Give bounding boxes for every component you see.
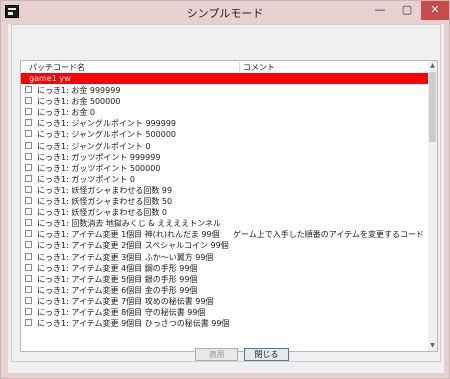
- row-checkbox[interactable]: [25, 252, 32, 260]
- list-row[interactable]: にっき1: ジャングルポイント 999999: [21, 117, 428, 128]
- list-row[interactable]: にっき1: 妖怪ガシャまわせる回数 99: [21, 184, 428, 195]
- list-row[interactable]: game1 yw: [21, 73, 428, 85]
- row-checkbox[interactable]: [25, 241, 32, 249]
- row-checkbox[interactable]: [25, 97, 32, 105]
- list-row[interactable]: にっき1: ガッツポイント 0: [21, 173, 428, 184]
- row-checkbox[interactable]: [25, 108, 32, 116]
- list-row[interactable]: にっき1: アイテム変更 3個目 ふか〜い翼方 99個: [21, 251, 428, 262]
- list-row[interactable]: にっき1: アイテム変更 6個目 金の手形 99個: [21, 284, 428, 295]
- dialog-client-area: パッチコード名 コメント game1 yw にっき1: お金 999999 にっき1…: [8, 24, 444, 373]
- row-checkbox[interactable]: [25, 197, 32, 205]
- row-checkbox[interactable]: [25, 141, 32, 149]
- list-row[interactable]: にっき1: ジャングルポイント 0: [21, 140, 428, 151]
- row-checkbox[interactable]: [25, 174, 32, 182]
- list-row[interactable]: にっき1: アイテム変更 9個目 ひっさつの秘伝書 99個: [21, 317, 428, 328]
- list-row[interactable]: にっき1: アイテム変更 2個目 スペシャルコイン 99個: [21, 239, 428, 250]
- list-row[interactable]: にっき1: 妖怪ガシャまわせる回数 0: [21, 206, 428, 217]
- patch-code-list[interactable]: パッチコード名 コメント game1 yw にっき1: お金 999999 にっき1…: [20, 60, 438, 352]
- scroll-down-icon[interactable]: ▼: [428, 341, 437, 351]
- row-checkbox[interactable]: [25, 219, 32, 227]
- maximize-button[interactable]: ▢: [394, 1, 420, 20]
- title-bar[interactable]: シンプルモード — ▢ ✕: [1, 1, 449, 23]
- minimize-button[interactable]: —: [367, 1, 393, 20]
- list-row[interactable]: にっき1: アイテム変更 8個目 守の秘伝書 99個: [21, 306, 428, 317]
- scroll-thumb[interactable]: [429, 72, 436, 142]
- row-checkbox[interactable]: [25, 319, 32, 327]
- list-row[interactable]: にっき1: アイテム変更 5個目 銀の手形 99個: [21, 273, 428, 284]
- row-checkbox[interactable]: [25, 285, 32, 293]
- list-row[interactable]: にっき1: アイテム変更 7個目 攻めの秘伝書 99個: [21, 295, 428, 306]
- row-checkbox[interactable]: [25, 119, 32, 127]
- list-row[interactable]: にっき1: ガッツポイント 999999: [21, 151, 428, 162]
- row-checkbox[interactable]: [25, 274, 32, 282]
- column-header-patch-code[interactable]: パッチコード名: [29, 62, 85, 73]
- app-window: シンプルモード — ▢ ✕ パッチコード名 コメント game1 yw にっき1:…: [0, 0, 450, 379]
- list-row[interactable]: にっき1: ガッツポイント 500000: [21, 162, 428, 173]
- scroll-up-icon[interactable]: ▲: [428, 61, 437, 71]
- list-row[interactable]: にっき1: アイテム変更 4個目 鋼の手形 99個: [21, 262, 428, 273]
- row-checkbox[interactable]: [25, 307, 32, 315]
- list-row[interactable]: にっき1: お金 500000: [21, 95, 428, 106]
- apply-button[interactable]: 適用: [195, 348, 238, 361]
- patch-code-name: game1 yw: [29, 74, 71, 83]
- vertical-scrollbar[interactable]: ▲ ▼: [428, 61, 437, 351]
- list-row[interactable]: にっき1: アイテム変更 1個目 神(れ)れんだま 99個 ゲーム上で入手した順番…: [21, 228, 428, 239]
- column-header-comment[interactable]: コメント: [243, 62, 275, 73]
- row-checkbox[interactable]: [25, 230, 32, 238]
- row-checkbox[interactable]: [25, 263, 32, 271]
- list-row[interactable]: にっき1: お金 0: [21, 106, 428, 117]
- list-row[interactable]: にっき1: ジャングルポイント 500000: [21, 128, 428, 139]
- list-row[interactable]: にっき1: 回数消去 地獄みくじ & ええええトンネル: [21, 217, 428, 228]
- row-checkbox[interactable]: [25, 185, 32, 193]
- column-separator[interactable]: [239, 62, 240, 72]
- row-checkbox[interactable]: [25, 152, 32, 160]
- close-button[interactable]: 閉じる: [244, 348, 289, 361]
- list-row[interactable]: にっき1: 妖怪ガシャまわせる回数 50: [21, 195, 428, 206]
- row-checkbox[interactable]: [25, 163, 32, 171]
- row-checkbox[interactable]: [25, 296, 32, 304]
- close-window-button[interactable]: ✕: [421, 1, 449, 20]
- row-checkbox[interactable]: [25, 208, 32, 216]
- row-checkbox[interactable]: [25, 130, 32, 138]
- patch-code-name: にっき1: アイテム変更 9個目 ひっさつの秘伝書 99個: [37, 319, 230, 329]
- list-row[interactable]: にっき1: お金 999999: [21, 84, 428, 95]
- row-checkbox[interactable]: [25, 86, 32, 94]
- list-rows: game1 yw にっき1: お金 999999 にっき1: お金 500000 にっ…: [21, 73, 428, 328]
